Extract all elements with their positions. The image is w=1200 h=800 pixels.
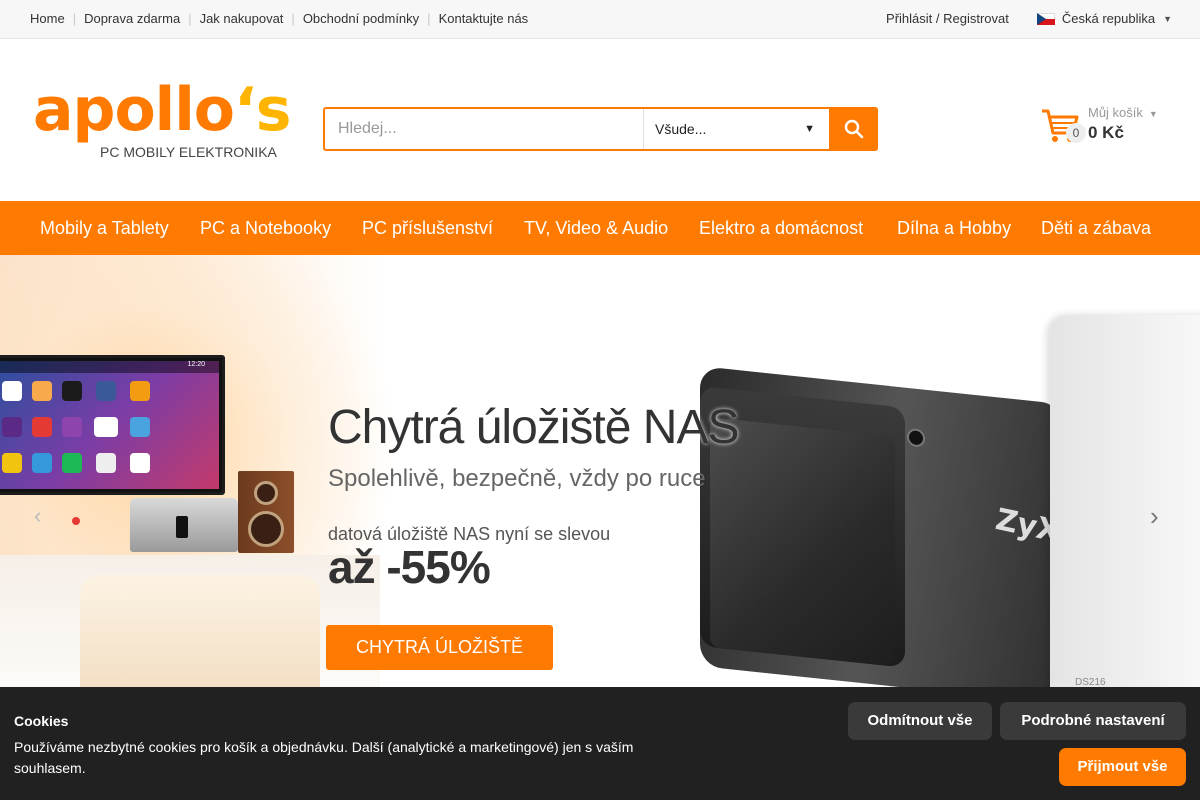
dropdown-arrow-icon: ▼ (804, 123, 815, 135)
cart-widget[interactable]: 0 Můj košík ▼ 0 Kč (1040, 103, 1170, 148)
separator: | (188, 11, 192, 26)
sofa-image (80, 575, 320, 687)
separator: | (72, 11, 77, 26)
chevron-down-icon: ▼ (1163, 13, 1172, 24)
country-selector[interactable]: Česká republika ▼ (1036, 11, 1172, 26)
top-link-shipping[interactable]: Doprava zdarma (84, 11, 180, 26)
nav-item-electro-home[interactable]: Elektro a domácnost (699, 218, 863, 239)
search-scope-value: Všude... (655, 121, 707, 137)
hero-banner[interactable]: 12:20 ‹ ZyXEL DS216 Chytrá úložiště NAS (0, 255, 1200, 687)
search-button[interactable] (829, 107, 878, 151)
nas-device-image: ZyXEL (700, 366, 1102, 687)
nas-model-label: DS216 (1075, 677, 1106, 687)
country-label: Česká republika (1061, 11, 1156, 26)
search-scope-select[interactable]: Všude... ▼ (643, 109, 829, 149)
nav-item-mobiles-tablets[interactable]: Mobily a Tablety (40, 218, 169, 239)
search-input[interactable] (325, 109, 643, 149)
cart-count-badge: 0 (1066, 123, 1086, 143)
separator: | (291, 11, 295, 26)
hero-subtitle: Spolehlivě, bezpečně, vždy po ruce (328, 465, 706, 492)
nav-item-pc-notebooks[interactable]: PC a Notebooky (200, 218, 331, 239)
logo-tagline: PC MOBILY ELEKTRONIKA (100, 144, 277, 160)
top-link-how-to-buy[interactable]: Jak nakupovat (200, 11, 284, 26)
carousel-prev-icon[interactable]: ‹ (34, 503, 41, 529)
top-bar: Home | Doprava zdarma | Jak nakupovat | … (0, 0, 1200, 39)
main-navigation: Mobily a Tablety PC a Notebooky PC přísl… (0, 201, 1200, 255)
accept-all-button[interactable]: Přijmout vše (1059, 748, 1186, 786)
reject-all-button[interactable]: Odmítnout vše (848, 702, 992, 740)
hero-cta-button[interactable]: CHYTRÁ ÚLOŽIŠTĚ (326, 625, 553, 670)
site-logo[interactable]: apollo‘s PC MOBILY ELEKTRONIKA (33, 75, 292, 162)
logo-wordmark: apollo‘s (33, 75, 292, 145)
czech-flag-icon (1036, 12, 1055, 25)
tv-clock: 12:20 (187, 361, 205, 368)
nav-item-kids-fun[interactable]: Děti a zábava (1041, 218, 1151, 239)
search-icon (844, 119, 863, 139)
search-bar: Všude... ▼ (323, 107, 878, 151)
nav-item-pc-accessories[interactable]: PC příslušenství (362, 218, 493, 239)
hero-title: Chytrá úložiště NAS (328, 401, 739, 454)
top-link-home[interactable]: Home (30, 11, 65, 26)
login-register-link[interactable]: Přihlásit / Registrovat (886, 11, 1009, 26)
carousel-indicator[interactable] (72, 517, 80, 525)
cookie-title: Cookies (14, 713, 69, 729)
nav-item-workshop-hobby[interactable]: Dílna a Hobby (897, 218, 1011, 239)
tv-image: 12:20 (0, 355, 225, 495)
top-link-contact[interactable]: Kontaktujte nás (439, 11, 529, 26)
top-link-terms[interactable]: Obchodní podmínky (303, 11, 419, 26)
nav-item-tv-video-audio[interactable]: TV, Video & Audio (524, 218, 668, 239)
speaker-image (238, 471, 294, 553)
carousel-next-icon[interactable]: › (1150, 501, 1159, 532)
top-right: Přihlásit / Registrovat Česká republika … (886, 11, 1172, 26)
detailed-settings-button[interactable]: Podrobné nastavení (1000, 702, 1186, 740)
hero-discount: až -55% (328, 541, 491, 593)
speaker-dock-image (130, 498, 238, 552)
cookie-banner: Cookies Používáme nezbytné cookies pro k… (0, 687, 1200, 800)
cart-total: 0 Kč (1088, 123, 1124, 142)
cart-title: Můj košík ▼ (1088, 105, 1158, 120)
cookie-text: Používáme nezbytné cookies pro košík a o… (14, 739, 634, 776)
nas-device-white-image: DS216 (1050, 315, 1200, 687)
top-links: Home | Doprava zdarma | Jak nakupovat | … (30, 11, 528, 26)
separator: | (427, 11, 431, 26)
